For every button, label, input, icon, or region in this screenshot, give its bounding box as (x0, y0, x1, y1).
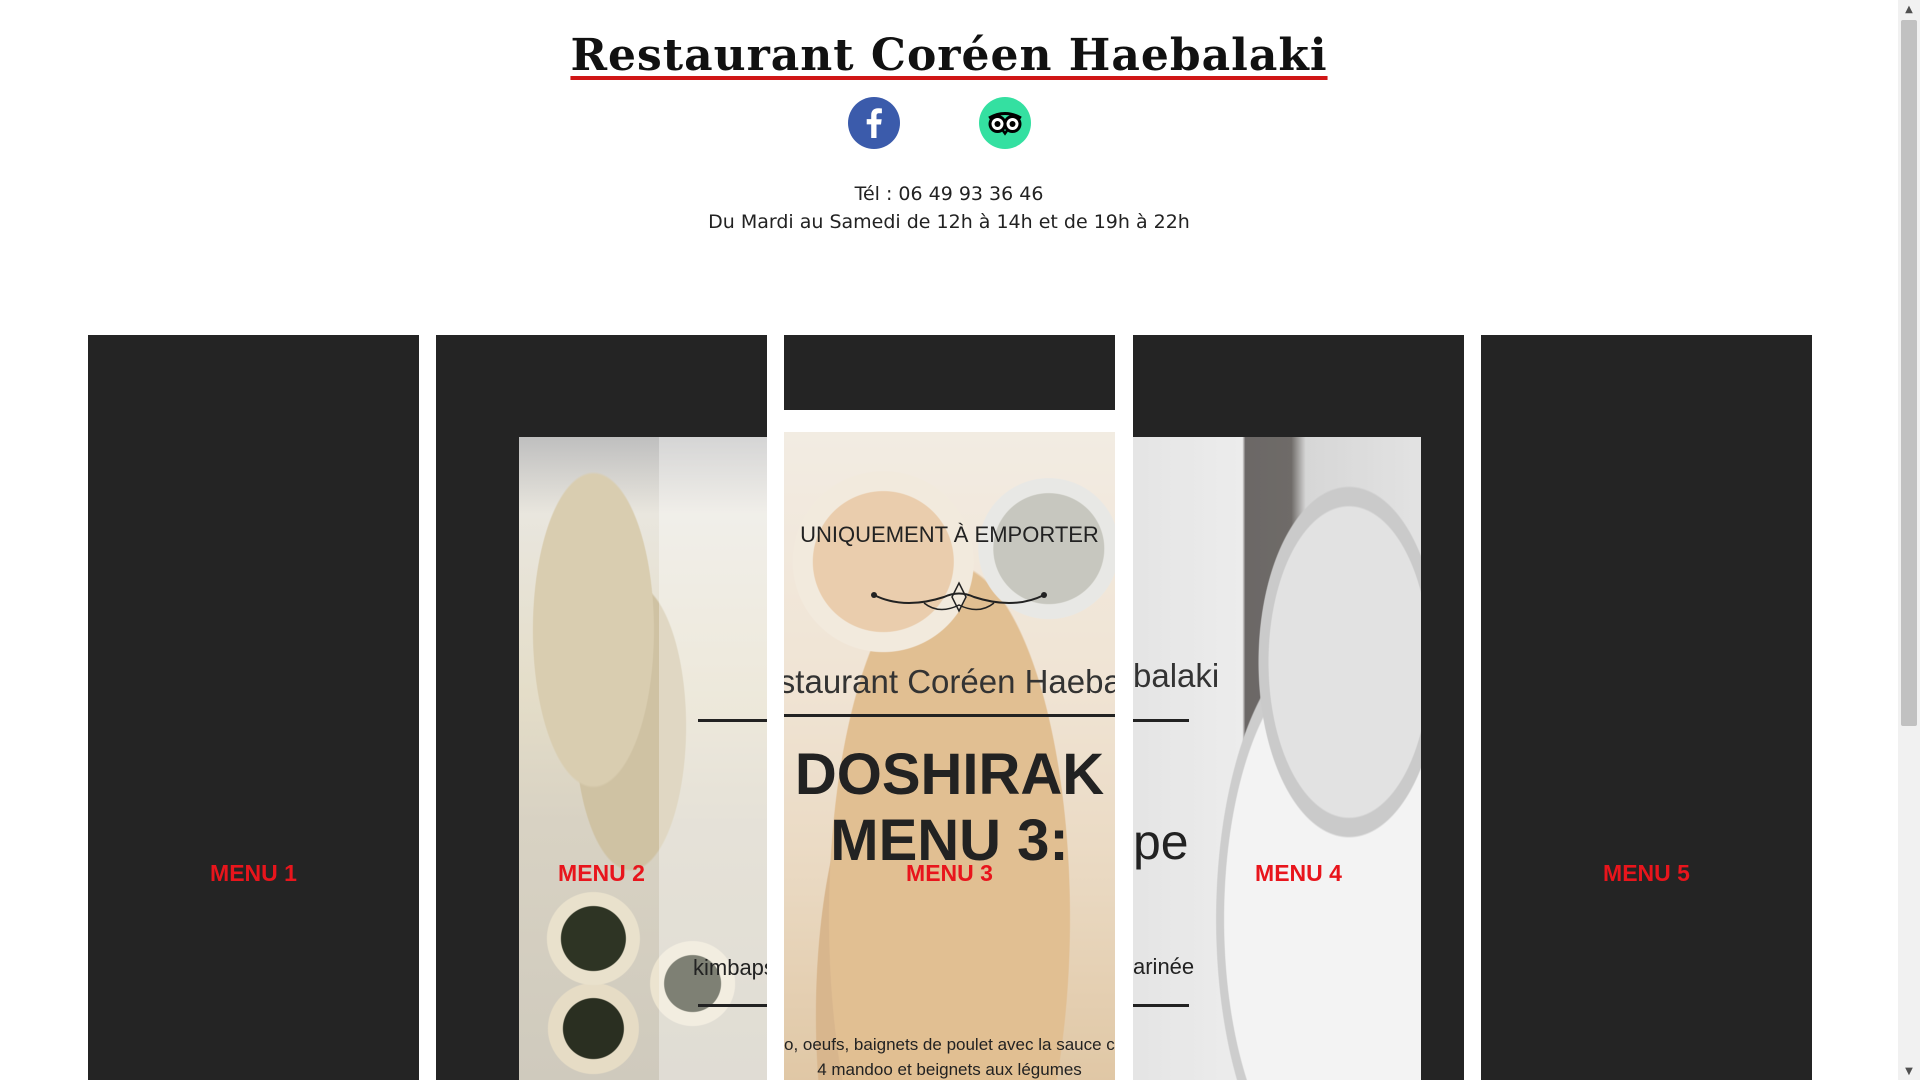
photo-heading: UNIQUEMENT À EMPORTER (800, 522, 1099, 547)
menu-panel-1[interactable]: MENU 1 (88, 335, 419, 1080)
panel-header-band (784, 335, 1115, 410)
menu-label: MENU 2 (558, 860, 645, 886)
menu-panel-2[interactable]: kimbaps MENU 2 (436, 335, 767, 1080)
facebook-link[interactable] (848, 97, 900, 149)
menu-label: MENU 5 (1603, 860, 1690, 886)
photo-description-line-2: 4 mandoo et beignets aux légumes (817, 1060, 1082, 1079)
menu-panel-3[interactable]: UNIQUEMENT À EMPORTER Restaurant Coréen … (784, 335, 1115, 1080)
photo-description-line-1: o, oeufs, baignets de poulet avec la sau… (784, 1035, 1115, 1054)
opening-hours: Du Mardi au Samedi de 12h à 14h et de 19… (708, 211, 1190, 233)
menu-label: MENU 4 (1255, 860, 1342, 886)
photo-restaurant-name-fragment: balaki (1133, 657, 1220, 694)
scroll-up-arrow-icon[interactable]: ▲ (1898, 0, 1920, 18)
divider (1133, 1004, 1189, 1007)
photo-caption: kimbaps (693, 955, 767, 980)
ornament-icon (871, 581, 1047, 613)
scroll-down-arrow-icon[interactable]: ▼ (1898, 1062, 1920, 1080)
divider (784, 714, 1115, 717)
divider (1133, 719, 1189, 722)
photo-title-line-1: DOSHIRAK (794, 742, 1105, 807)
divider (698, 719, 767, 722)
facebook-icon (866, 108, 882, 138)
divider (698, 1004, 767, 1007)
menu-label: MENU 3 (906, 860, 993, 886)
contact-info: Tél : 06 49 93 36 46 Du Mardi au Samedi … (0, 180, 1898, 236)
tripadvisor-link[interactable] (979, 97, 1031, 149)
doshirak-photo: UNIQUEMENT À EMPORTER Restaurant Coréen … (784, 432, 1115, 1080)
menu-panel-4[interactable]: balaki pe arinée MENU 4 (1133, 335, 1464, 1080)
photo-caption-fragment: arinée (1133, 954, 1195, 979)
soup-photo (1133, 437, 1421, 1080)
menu-label: MENU 1 (210, 860, 297, 886)
tripadvisor-icon (988, 112, 1022, 136)
photo-title: DOSHIRAK MENU 3: (784, 742, 1115, 874)
site-title: Restaurant Coréen Haebalaki (570, 30, 1328, 81)
page: Restaurant Coréen Haebalaki Tél : 06 49 … (0, 0, 1920, 1080)
vertical-scrollbar[interactable]: ▲ ▼ (1898, 0, 1920, 1080)
phone-number: Tél : 06 49 93 36 46 (854, 183, 1044, 205)
scrollbar-thumb[interactable] (1901, 20, 1917, 726)
kimbap-photo (519, 437, 767, 1080)
photo-restaurant-name: Restaurant Coréen Haebalaki (784, 663, 1115, 700)
menu-panel-5[interactable]: MENU 5 (1481, 335, 1812, 1080)
photo-description: o, oeufs, baignets de poulet avec la sau… (784, 1032, 1115, 1080)
